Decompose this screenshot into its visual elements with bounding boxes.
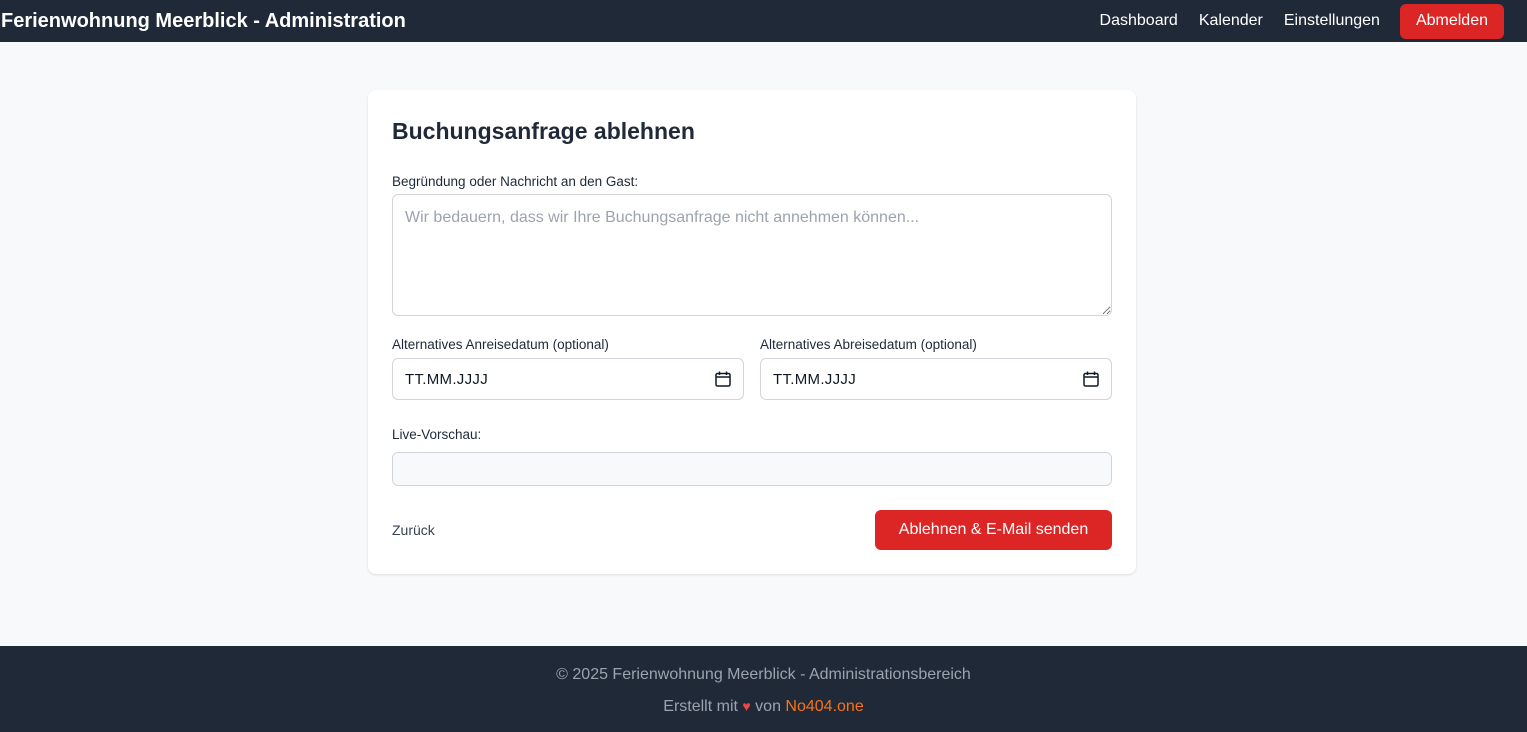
departure-date-value: TT.MM.JJJJ [773, 370, 856, 388]
departure-date-input[interactable]: TT.MM.JJJJ [760, 358, 1112, 400]
nav-dashboard[interactable]: Dashboard [1100, 12, 1178, 30]
page-title: Buchungsanfrage ablehnen [392, 118, 695, 144]
footer-credits: Erstellt mit ♥ von No404.one [0, 698, 1527, 716]
footer-copyright: © 2025 Ferienwohnung Meerblick - Adminis… [556, 666, 971, 683]
nav-einstellungen[interactable]: Einstellungen [1284, 12, 1380, 30]
arrival-date-value: TT.MM.JJJJ [405, 370, 488, 388]
calendar-icon[interactable] [1082, 370, 1100, 388]
reject-and-send-button[interactable]: Ablehnen & E-Mail senden [875, 510, 1112, 550]
app-title: Ferienwohnung Meerblick - Administration [1, 9, 406, 32]
back-link[interactable]: Zurück [392, 522, 435, 538]
nav-kalender[interactable]: Kalender [1199, 12, 1263, 30]
heart-icon: ♥ [742, 698, 751, 714]
preview-label: Live-Vorschau: [392, 427, 482, 442]
footer-by: von [755, 698, 781, 715]
live-preview-box [392, 452, 1112, 486]
arrival-date-input[interactable]: TT.MM.JJJJ [392, 358, 744, 400]
author-link[interactable]: No404.one [785, 698, 863, 715]
reject-booking-card: Buchungsanfrage ablehnen Begründung oder… [368, 90, 1136, 574]
departure-date-label: Alternatives Abreisedatum (optional) [760, 337, 977, 352]
arrival-date-label: Alternatives Anreisedatum (optional) [392, 337, 609, 352]
main-nav: Dashboard Kalender Einstellungen Abmelde… [1100, 0, 1527, 42]
footer-made-with: Erstellt mit [663, 698, 738, 715]
top-navbar: Ferienwohnung Meerblick - Administration… [0, 0, 1527, 42]
calendar-icon[interactable] [714, 370, 732, 388]
footer: © 2025 Ferienwohnung Meerblick - Adminis… [0, 646, 1527, 732]
reason-label: Begründung oder Nachricht an den Gast: [392, 174, 639, 189]
reason-textarea[interactable] [392, 194, 1112, 316]
logout-button[interactable]: Abmelden [1399, 3, 1504, 39]
